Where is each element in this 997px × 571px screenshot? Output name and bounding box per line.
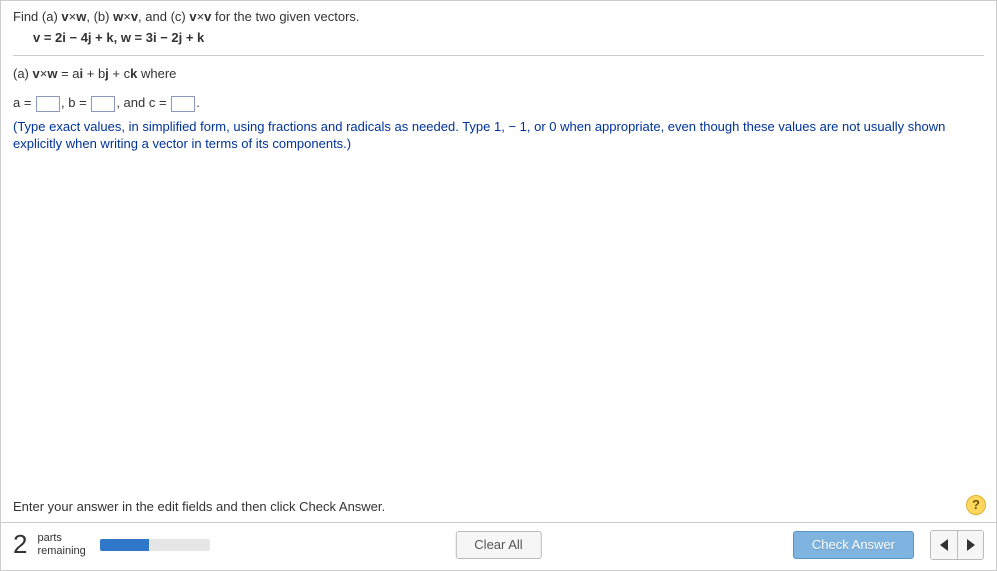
b-label: b = xyxy=(68,95,90,110)
label-line2: remaining xyxy=(37,545,85,557)
label-line1: parts xyxy=(37,532,85,544)
chevron-left-icon xyxy=(940,539,948,551)
vector-v: v xyxy=(131,9,138,24)
instruction-text: Enter your answer in the edit fields and… xyxy=(13,499,385,514)
vector-w: w xyxy=(76,9,86,24)
vectors-definition: v = 2i − 4j + k, w = 3i − 2j + k xyxy=(33,30,984,45)
part-a-line: (a) v×w = ai + bj + ck where xyxy=(13,66,984,81)
footer-instruction-bar: Enter your answer in the edit fields and… xyxy=(1,493,996,522)
a-label: a = xyxy=(13,95,35,110)
parts-remaining-label: parts remaining xyxy=(37,532,85,556)
next-button[interactable] xyxy=(957,531,983,559)
text: Find (a) xyxy=(13,9,61,24)
input-a[interactable] xyxy=(36,96,60,112)
text: for the two given vectors. xyxy=(211,9,359,24)
text: + b xyxy=(83,66,105,81)
chevron-right-icon xyxy=(967,539,975,551)
clear-all-button[interactable]: Clear All xyxy=(455,531,541,559)
vector-v: v xyxy=(61,9,68,24)
question-intro: Find (a) v×w, (b) w×v, and (c) v×v for t… xyxy=(13,9,984,24)
part-label: (a) xyxy=(13,66,33,81)
section-divider xyxy=(13,55,984,56)
vector-w: w xyxy=(113,9,123,24)
c-label: c = xyxy=(149,95,170,110)
prev-button[interactable] xyxy=(931,531,957,559)
period: . xyxy=(196,95,200,110)
question-content: Find (a) v×w, (b) w×v, and (c) v×v for t… xyxy=(1,1,996,493)
answer-hint: (Type exact values, in simplified form, … xyxy=(13,118,984,153)
times-symbol: × xyxy=(123,9,131,24)
input-b[interactable] xyxy=(91,96,115,112)
text: , and (c) xyxy=(138,9,189,24)
progress-bar xyxy=(100,539,210,551)
help-icon[interactable]: ? xyxy=(966,495,986,515)
text: + c xyxy=(109,66,130,81)
answer-inputs-line: a = , b = , and c = . xyxy=(13,95,984,112)
nav-group xyxy=(930,530,984,560)
vector-v: v xyxy=(189,9,196,24)
parts-remaining-count: 2 xyxy=(13,529,27,560)
text: where xyxy=(137,66,176,81)
text: , (b) xyxy=(86,9,113,24)
input-c[interactable] xyxy=(171,96,195,112)
app-frame: Find (a) v×w, (b) w×v, and (c) v×v for t… xyxy=(0,0,997,571)
vector-w: w xyxy=(47,66,57,81)
check-answer-button[interactable]: Check Answer xyxy=(793,531,914,559)
progress-fill xyxy=(100,539,150,551)
text: = a xyxy=(57,66,79,81)
footer-bar: 2 parts remaining Clear All Check Answer xyxy=(1,523,996,570)
separator: , and xyxy=(116,95,149,110)
vector-v: v xyxy=(33,66,40,81)
